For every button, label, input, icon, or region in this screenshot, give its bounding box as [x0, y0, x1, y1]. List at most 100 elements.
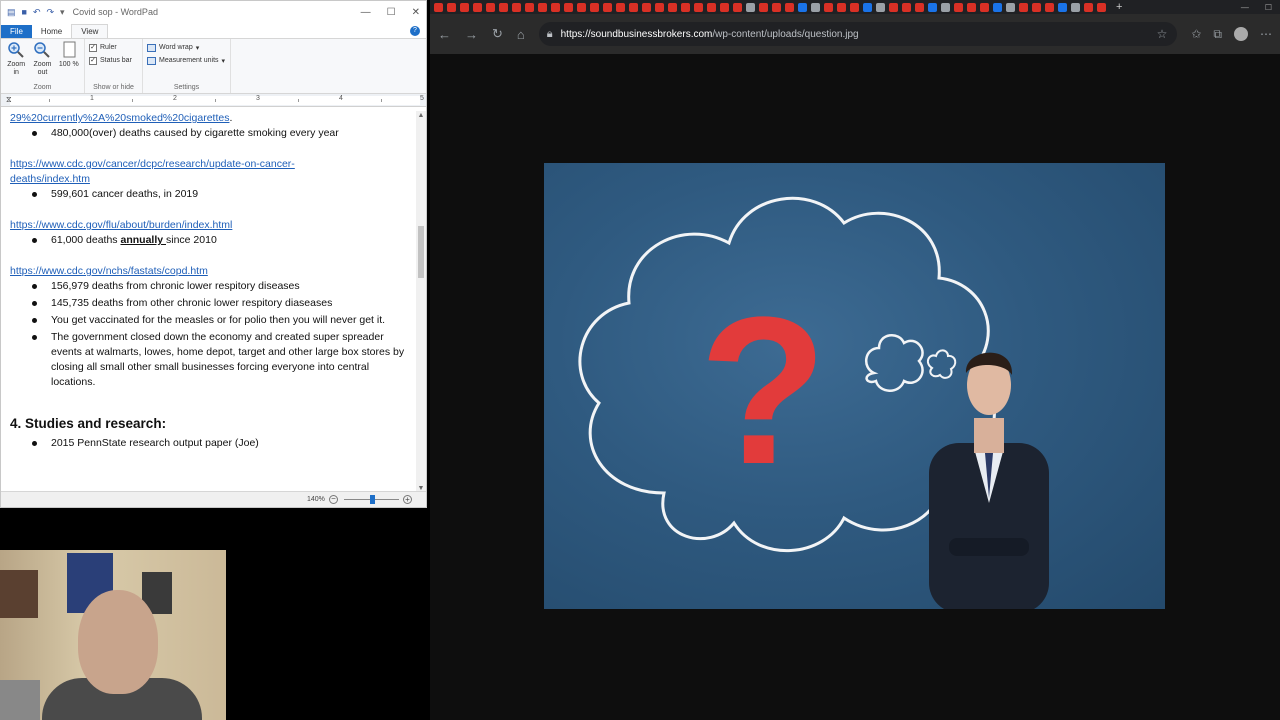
- help-icon[interactable]: ?: [410, 25, 420, 36]
- browser-tab[interactable]: [824, 2, 833, 12]
- ruler-checkbox[interactable]: ✓ Ruler: [89, 41, 138, 54]
- ruler[interactable]: 1 2 3 4 5 ⧖: [1, 94, 426, 107]
- browser-tab[interactable]: [668, 2, 677, 12]
- browser-tab[interactable]: [603, 2, 612, 12]
- minimize-button[interactable]: —: [361, 7, 371, 18]
- link-flu[interactable]: https://www.cdc.gov/flu/about/burden/ind…: [10, 218, 416, 233]
- forward-icon[interactable]: →: [465, 27, 478, 42]
- browser-tab[interactable]: [1097, 2, 1106, 12]
- save-icon[interactable]: ■: [22, 7, 27, 17]
- collections-icon[interactable]: ⧉: [1213, 27, 1222, 42]
- browser-tab[interactable]: [811, 2, 820, 12]
- browser-tab[interactable]: [551, 2, 560, 12]
- browser-tab[interactable]: [1032, 2, 1041, 12]
- close-button[interactable]: ✕: [412, 7, 420, 18]
- zoom-out-small-button[interactable]: −: [329, 495, 338, 504]
- browser-tab[interactable]: [525, 2, 534, 12]
- browser-tab[interactable]: [1071, 2, 1080, 12]
- browser-tab[interactable]: [629, 2, 638, 12]
- reload-icon[interactable]: ↻: [492, 26, 503, 42]
- zoom-slider-thumb[interactable]: [369, 495, 375, 504]
- browser-tab[interactable]: [915, 2, 924, 12]
- browser-tab[interactable]: [1045, 2, 1054, 12]
- browser-tab[interactable]: [499, 2, 508, 12]
- zoom-100-button[interactable]: 100 %: [58, 41, 80, 77]
- browser-tab[interactable]: [980, 2, 989, 12]
- browser-tab[interactable]: [616, 2, 625, 12]
- browser-tab[interactable]: [1006, 2, 1015, 12]
- browser-tab[interactable]: [941, 2, 950, 12]
- browser-tab[interactable]: [538, 2, 547, 12]
- favorite-star-icon[interactable]: ☆: [1157, 27, 1168, 41]
- tab-view[interactable]: View: [71, 24, 109, 38]
- browser-toolbar: ← → ↻ ⌂ 🔒︎ https://soundbusinessbrokers.…: [430, 14, 1280, 54]
- browser-tab[interactable]: [642, 2, 651, 12]
- zoom-out-button[interactable]: Zoom out: [31, 41, 53, 77]
- maximize-button[interactable]: ☐: [1265, 3, 1272, 12]
- new-tab-button[interactable]: +: [1116, 1, 1122, 13]
- browser-tab[interactable]: [655, 2, 664, 12]
- browser-tab[interactable]: [681, 2, 690, 12]
- browser-tab[interactable]: [473, 2, 482, 12]
- home-icon[interactable]: ⌂: [517, 27, 525, 42]
- zoom-in-small-button[interactable]: +: [403, 495, 412, 504]
- tab-home[interactable]: Home: [32, 25, 71, 38]
- browser-tab[interactable]: [954, 2, 963, 12]
- browser-tab[interactable]: [447, 2, 456, 12]
- browser-tab[interactable]: [1019, 2, 1028, 12]
- link-cancer[interactable]: https://www.cdc.gov/cancer/dcpc/research…: [10, 157, 416, 187]
- browser-tab[interactable]: [863, 2, 872, 12]
- browser-tab[interactable]: [785, 2, 794, 12]
- browser-tab[interactable]: [733, 2, 742, 12]
- customize-qa-icon[interactable]: ▾: [60, 7, 65, 18]
- back-icon[interactable]: ←: [438, 27, 451, 42]
- list-item: 2015 PennState research output paper (Jo…: [32, 436, 416, 451]
- vertical-scrollbar[interactable]: ▲ ▼: [416, 111, 426, 493]
- scroll-up-icon[interactable]: ▲: [416, 112, 426, 119]
- browser-tab[interactable]: [1084, 2, 1093, 12]
- browser-tab[interactable]: [564, 2, 573, 12]
- status-bar-checkbox[interactable]: ✓ Status bar: [89, 54, 138, 67]
- tab-file[interactable]: File: [1, 25, 32, 38]
- browser-tab[interactable]: [720, 2, 729, 12]
- browser-tab[interactable]: [577, 2, 586, 12]
- browser-tab[interactable]: [694, 2, 703, 12]
- profile-avatar[interactable]: [1234, 27, 1248, 41]
- browser-tab[interactable]: [967, 2, 976, 12]
- more-menu-icon[interactable]: ⋯: [1260, 27, 1272, 41]
- minimize-button[interactable]: —: [1241, 3, 1249, 12]
- browser-tab[interactable]: [876, 2, 885, 12]
- link-copd[interactable]: https://www.cdc.gov/nchs/fastats/copd.ht…: [10, 264, 416, 279]
- scroll-thumb[interactable]: [418, 226, 424, 278]
- browser-tab[interactable]: [889, 2, 898, 12]
- redo-icon[interactable]: ↷: [47, 7, 55, 18]
- word-wrap-dropdown[interactable]: Word wrap ▾: [147, 41, 226, 54]
- browser-tab[interactable]: [486, 2, 495, 12]
- address-bar[interactable]: 🔒︎ https://soundbusinessbrokers.com/wp-c…: [538, 22, 1178, 46]
- maximize-button[interactable]: ☐: [387, 7, 396, 18]
- browser-tab[interactable]: [434, 2, 443, 12]
- browser-tab[interactable]: [837, 2, 846, 12]
- browser-tab[interactable]: [746, 2, 755, 12]
- browser-tab[interactable]: [460, 2, 469, 12]
- indent-marker-icon[interactable]: ⧖: [6, 95, 12, 105]
- browser-tab[interactable]: [707, 2, 716, 12]
- browser-tab[interactable]: [928, 2, 937, 12]
- measurement-units-dropdown[interactable]: Measurement units ▾: [147, 54, 226, 67]
- browser-tab[interactable]: [993, 2, 1002, 12]
- browser-tab[interactable]: [902, 2, 911, 12]
- browser-tab[interactable]: [590, 2, 599, 12]
- browser-tab[interactable]: [772, 2, 781, 12]
- document-body[interactable]: 29%20currently%2A%20smoked%20cigarettes.…: [1, 111, 416, 493]
- link-smoking[interactable]: 29%20currently%2A%20smoked%20cigarettes: [10, 112, 229, 124]
- screen: ▤ ■ ↶ ↷ ▾ Covid sop - WordPad — ☐ ✕ File…: [0, 0, 1280, 720]
- browser-tab[interactable]: [1058, 2, 1067, 12]
- browser-tab[interactable]: [759, 2, 768, 12]
- list-item: 145,735 deaths from other chronic lower …: [32, 296, 416, 311]
- browser-tab[interactable]: [798, 2, 807, 12]
- zoom-in-button[interactable]: Zoom in: [5, 41, 27, 77]
- undo-icon[interactable]: ↶: [33, 7, 41, 18]
- browser-tab[interactable]: [512, 2, 521, 12]
- browser-tab[interactable]: [850, 2, 859, 12]
- favorites-icon[interactable]: ✩: [1191, 27, 1201, 41]
